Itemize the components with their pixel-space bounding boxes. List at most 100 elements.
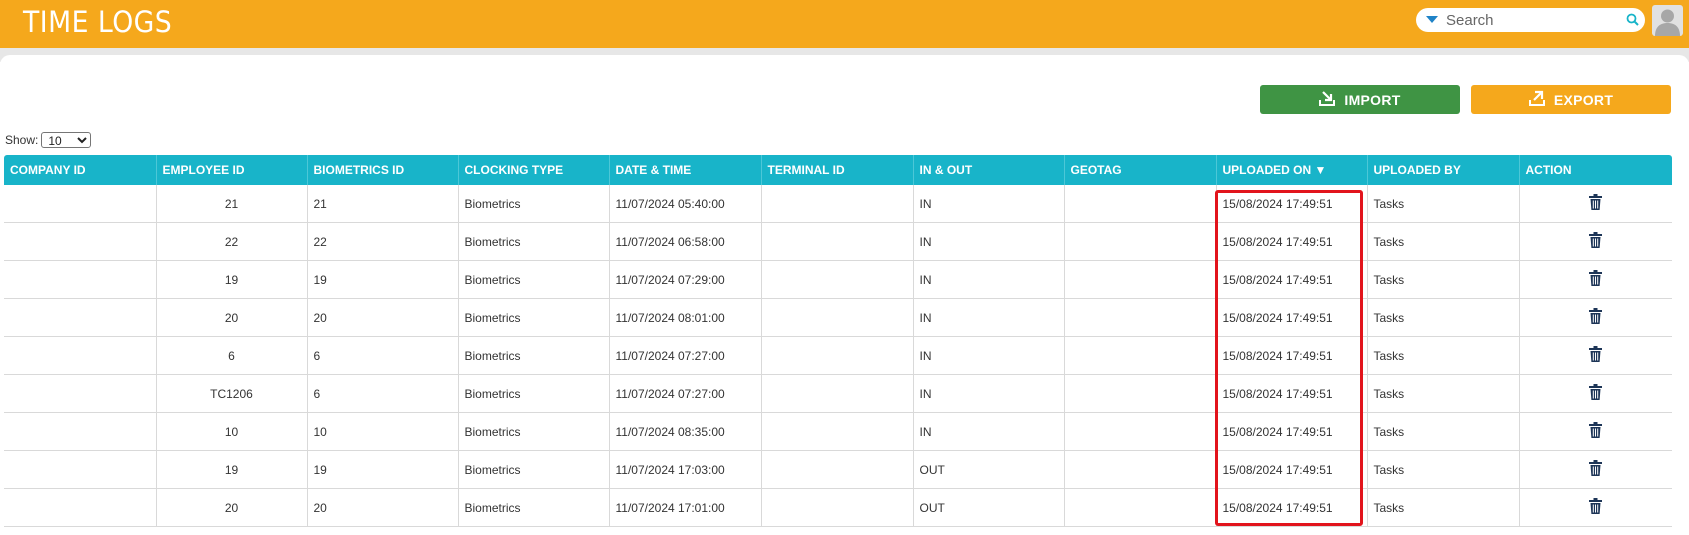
company-id-cell (4, 450, 157, 489)
in-out-cell: OUT (913, 450, 1065, 489)
terminal-id-cell (761, 412, 914, 451)
column-company-id: COMPANY ID (4, 155, 157, 185)
biometrics-id-cell: 6 (307, 336, 459, 375)
uploaded-by-cell: Tasks (1367, 450, 1520, 489)
employee-id-cell: TC1206 (156, 374, 308, 413)
company-id-cell (4, 374, 157, 413)
date-time-cell: 11/07/2024 08:35:00 (609, 412, 762, 451)
trash-icon[interactable] (1589, 194, 1603, 213)
in-out-cell: IN (913, 412, 1065, 451)
search-icon[interactable] (1626, 13, 1639, 31)
uploaded-by-cell: Tasks (1367, 488, 1520, 527)
geotag-cell (1064, 336, 1217, 375)
biometrics-id-cell: 10 (307, 412, 459, 451)
terminal-id-cell (761, 374, 914, 413)
column-geotag: GEOTAG (1064, 155, 1217, 185)
employee-id-cell: 10 (156, 412, 308, 451)
terminal-id-cell (761, 222, 914, 261)
date-time-cell: 11/07/2024 06:58:00 (609, 222, 762, 261)
uploaded-by-cell: Tasks (1367, 374, 1520, 413)
column-date-time: DATE & TIME (609, 155, 762, 185)
company-id-cell (4, 488, 157, 527)
employee-id-cell: 20 (156, 298, 308, 337)
uploaded-on-cell: 15/08/2024 17:49:51 (1216, 222, 1368, 261)
date-time-cell: 11/07/2024 17:01:00 (609, 488, 762, 527)
date-time-cell: 11/07/2024 07:27:00 (609, 336, 762, 375)
column-action: ACTION (1519, 155, 1672, 185)
import-icon (1319, 90, 1336, 109)
in-out-cell: IN (913, 374, 1065, 413)
clocking-type-cell: Biometrics (458, 450, 610, 489)
geotag-cell (1064, 298, 1217, 337)
trash-icon[interactable] (1589, 270, 1603, 289)
table-header-row: COMPANY ID EMPLOYEE ID BIOMETRICS ID CLOCKI… (4, 155, 1672, 185)
table-row: 20 20 Biometrics 11/07/2024 08:01:00 IN 15/08… (4, 298, 1672, 337)
terminal-id-cell (761, 488, 914, 527)
in-out-cell: IN (913, 336, 1065, 375)
table-row: 22 22 Biometrics 11/07/2024 06:58:00 IN 15/08… (4, 222, 1672, 261)
uploaded-by-cell: Tasks (1367, 260, 1520, 299)
column-terminal-id: TERMINAL ID (761, 155, 914, 185)
search-box[interactable] (1416, 8, 1645, 32)
biometrics-id-cell: 19 (307, 260, 459, 299)
employee-id-cell: 19 (156, 450, 308, 489)
page-size-select[interactable]: 10 (41, 132, 92, 148)
uploaded-by-cell: Tasks (1367, 298, 1520, 337)
terminal-id-cell (761, 450, 914, 489)
trash-icon[interactable] (1589, 498, 1603, 517)
employee-id-cell: 20 (156, 488, 308, 527)
user-avatar-icon[interactable] (1652, 5, 1683, 36)
trash-icon[interactable] (1589, 384, 1603, 403)
export-label: EXPORT (1553, 91, 1614, 108)
import-button[interactable]: IMPORT (1260, 85, 1460, 114)
company-id-cell (4, 260, 157, 299)
export-icon (1528, 90, 1545, 109)
column-in-out: IN & OUT (913, 155, 1065, 185)
date-time-cell: 11/07/2024 07:29:00 (609, 260, 762, 299)
table-row: 19 19 Biometrics 11/07/2024 17:03:00 OUT 15/0… (4, 450, 1672, 489)
geotag-cell (1064, 450, 1217, 489)
trash-icon[interactable] (1589, 422, 1603, 441)
company-id-cell (4, 185, 157, 223)
clocking-type-cell: Biometrics (458, 412, 610, 451)
terminal-id-cell (761, 298, 914, 337)
table-row: 20 20 Biometrics 11/07/2024 17:01:00 OUT 15/0… (4, 488, 1672, 527)
uploaded-by-cell: Tasks (1367, 412, 1520, 451)
column-biometrics-id: BIOMETRICS ID (307, 155, 459, 185)
clocking-type-cell: Biometrics (458, 222, 610, 261)
column-uploaded-on[interactable]: UPLOADED ON ▼ (1216, 155, 1368, 185)
geotag-cell (1064, 222, 1217, 261)
in-out-cell: OUT (913, 488, 1065, 527)
caret-down-icon[interactable] (1426, 16, 1438, 23)
column-clocking-type: CLOCKING TYPE (458, 155, 610, 185)
clocking-type-cell: Biometrics (458, 336, 610, 375)
biometrics-id-cell: 21 (307, 185, 459, 223)
biometrics-id-cell: 20 (307, 298, 459, 337)
uploaded-on-cell: 15/08/2024 17:49:51 (1216, 450, 1368, 489)
company-id-cell (4, 298, 157, 337)
action-cell (1519, 488, 1672, 527)
employee-id-cell: 22 (156, 222, 308, 261)
action-cell (1519, 336, 1672, 375)
uploaded-on-cell: 15/08/2024 17:49:51 (1216, 298, 1368, 337)
date-time-cell: 11/07/2024 08:01:00 (609, 298, 762, 337)
action-cell (1519, 222, 1672, 261)
clocking-type-cell: Biometrics (458, 260, 610, 299)
employee-id-cell: 19 (156, 260, 308, 299)
search-input[interactable] (1446, 10, 1616, 30)
trash-icon[interactable] (1589, 460, 1603, 479)
uploaded-on-cell: 15/08/2024 17:49:51 (1216, 260, 1368, 299)
uploaded-on-cell: 15/08/2024 17:49:51 (1216, 374, 1368, 413)
trash-icon[interactable] (1589, 346, 1603, 365)
terminal-id-cell (761, 185, 914, 223)
trash-icon[interactable] (1589, 308, 1603, 327)
table-row: 10 10 Biometrics 11/07/2024 08:35:00 IN 15/08… (4, 412, 1672, 451)
date-time-cell: 11/07/2024 07:27:00 (609, 374, 762, 413)
action-cell (1519, 374, 1672, 413)
table-row: 6 6 Biometrics 11/07/2024 07:27:00 IN 15/08/2… (4, 336, 1672, 375)
clocking-type-cell: Biometrics (458, 374, 610, 413)
trash-icon[interactable] (1589, 232, 1603, 251)
terminal-id-cell (761, 336, 914, 375)
geotag-cell (1064, 374, 1217, 413)
export-button[interactable]: EXPORT (1471, 85, 1671, 114)
